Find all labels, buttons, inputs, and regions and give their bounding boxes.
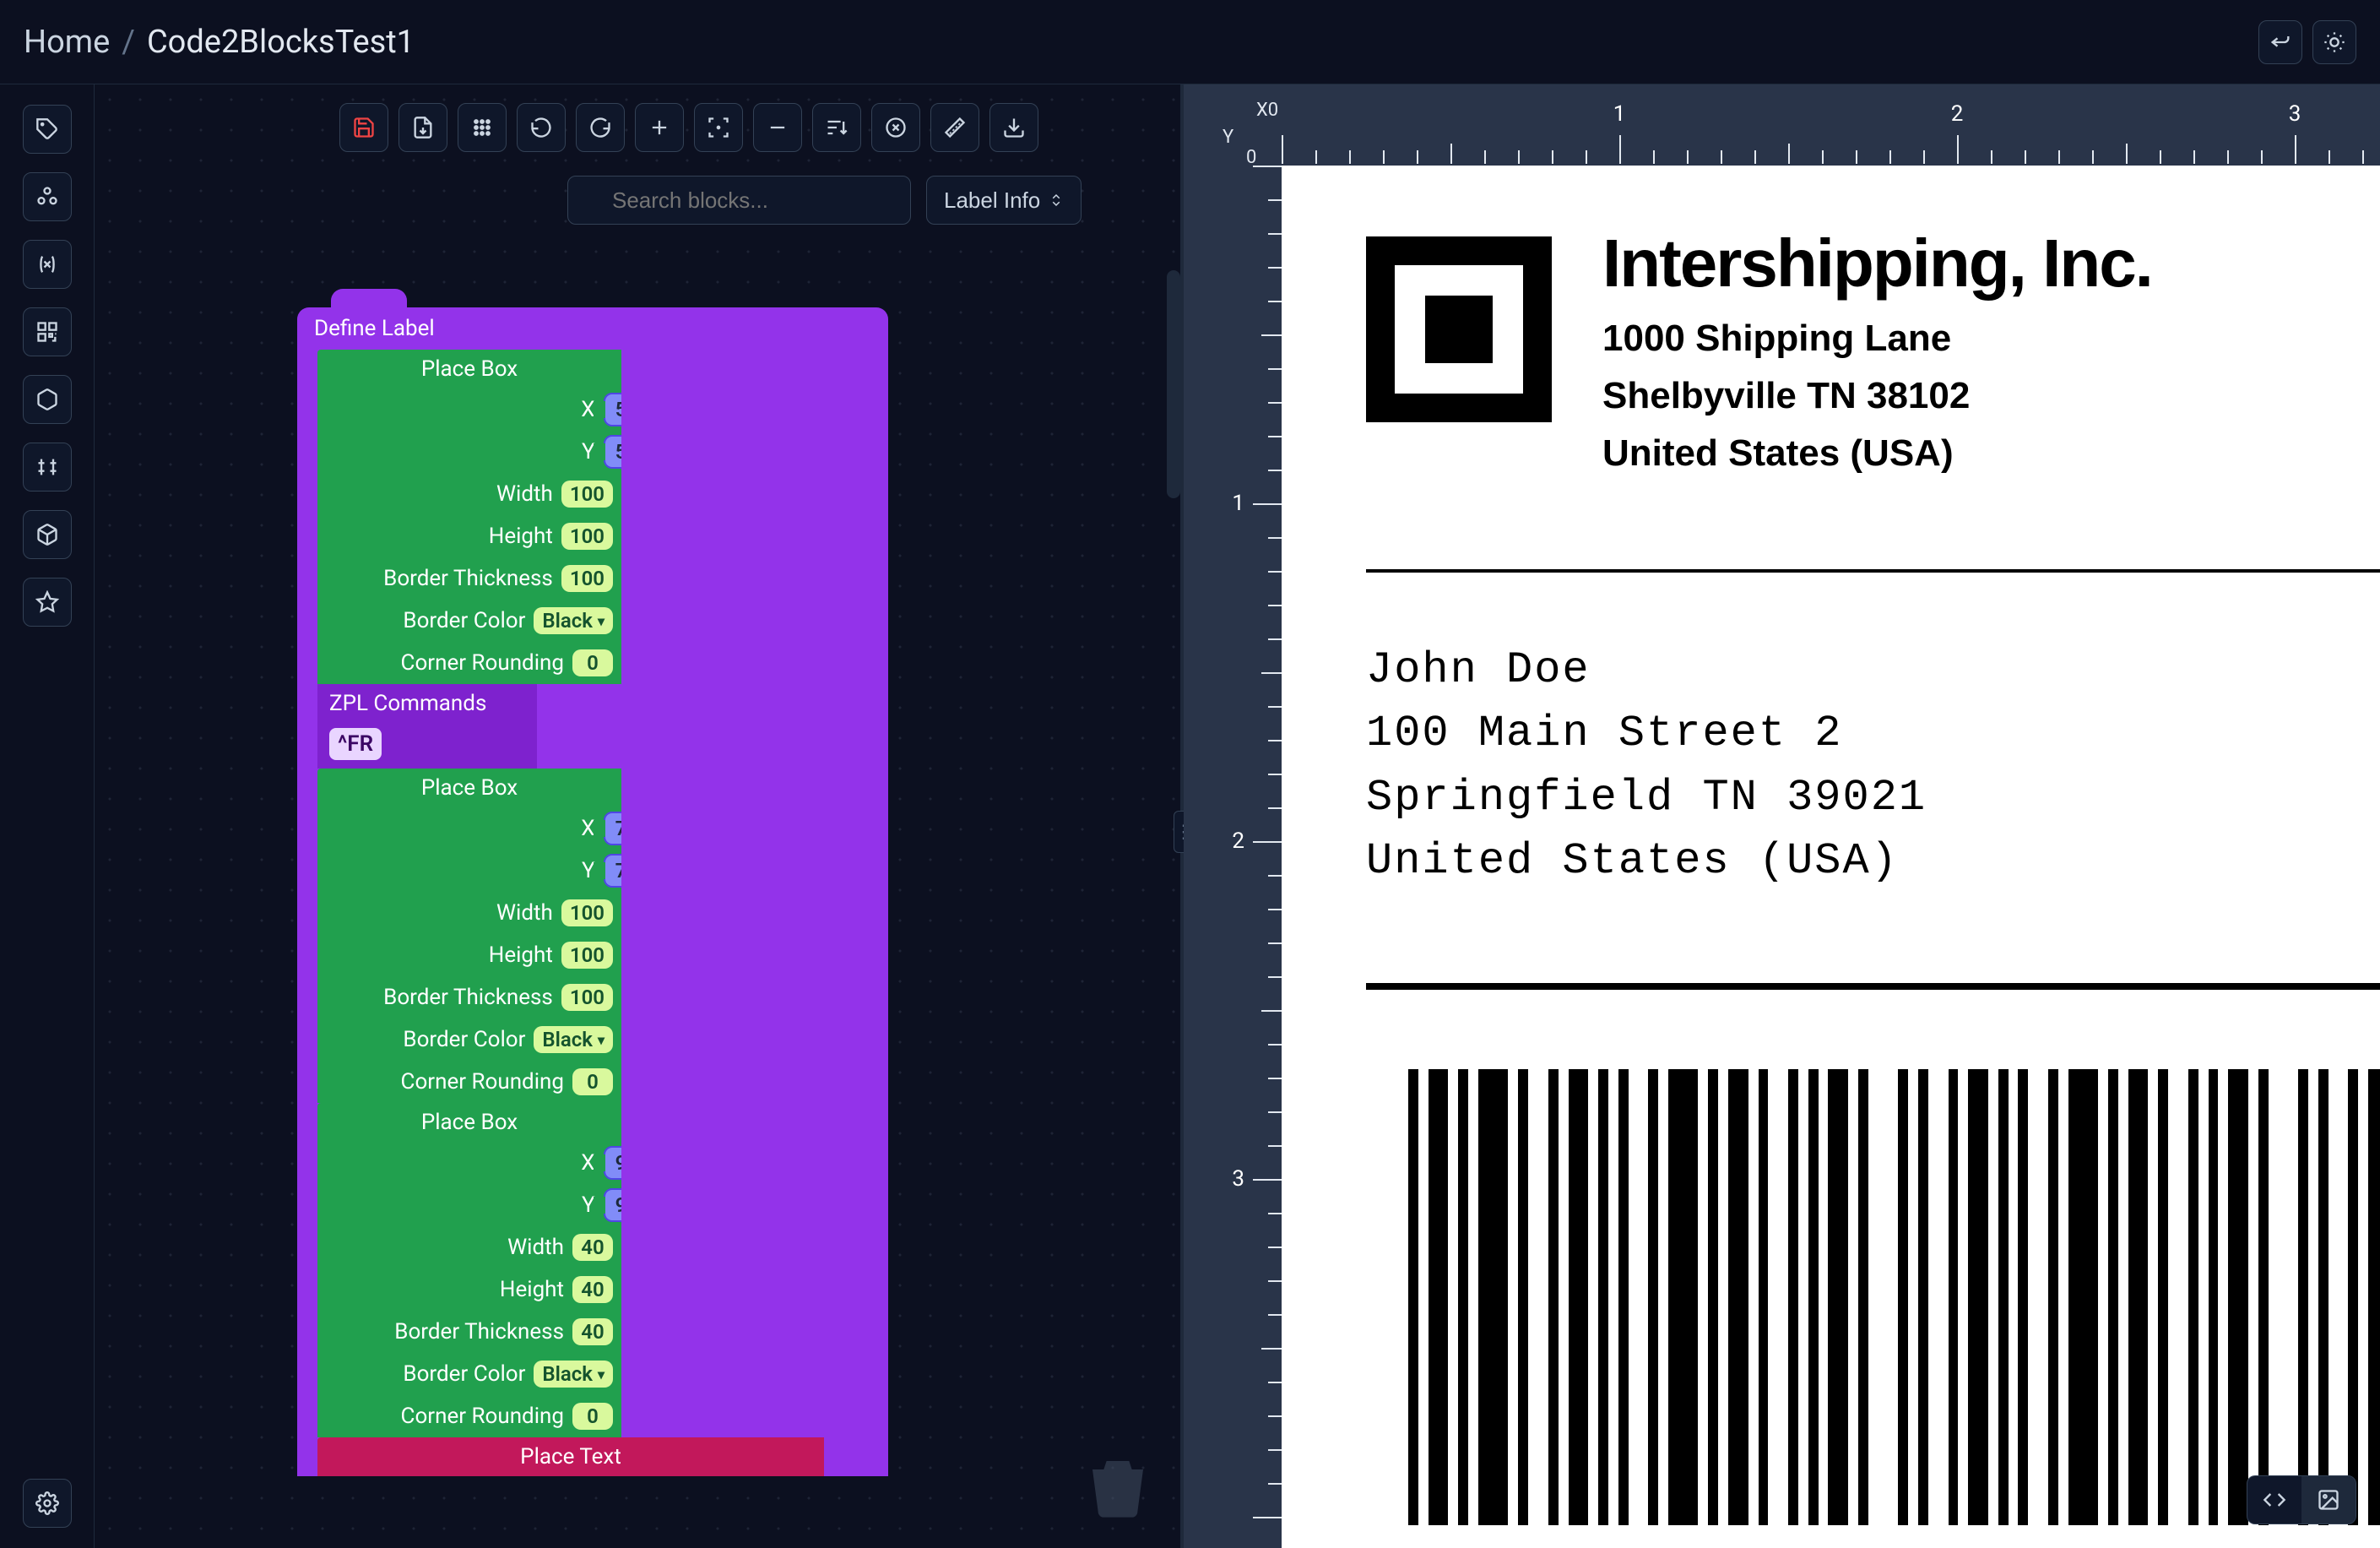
zpl-title: ZPL Commands (317, 684, 537, 723)
undo-button[interactable] (517, 103, 566, 152)
block-title: Place Box (317, 769, 621, 807)
company-addr1: 1000 Shipping Lane (1602, 318, 2152, 360)
x-value[interactable]: 75 (604, 812, 621, 845)
sort-button[interactable] (812, 103, 861, 152)
star-icon[interactable] (23, 578, 72, 627)
code-view-button[interactable] (2247, 1476, 2301, 1524)
ruler-horizontal: 123 (1282, 108, 2380, 164)
define-label-title: Define Label (297, 307, 888, 350)
breadcrumb-separator: / (122, 24, 135, 61)
block-editor: Label Info Define Label Place Box X50 Y5… (95, 84, 1184, 1548)
corner-rounding-value[interactable]: 0 (572, 1068, 613, 1095)
y-value[interactable]: 50 (604, 435, 621, 469)
block-title: Place Text (317, 1437, 824, 1476)
block-title: Place Box (317, 350, 621, 388)
back-button[interactable] (2258, 20, 2302, 64)
corner-rounding-value[interactable]: 0 (572, 1403, 613, 1430)
divider-line (1366, 983, 2380, 990)
form-icon[interactable] (23, 443, 72, 492)
y-value[interactable]: 75 (604, 854, 621, 888)
company-address: Intershipping, Inc. 1000 Shipping Lane S… (1602, 225, 2152, 475)
border-color-value[interactable]: Black (534, 607, 613, 634)
width-value[interactable]: 40 (572, 1234, 613, 1261)
blocks-canvas[interactable]: Define Label Place Box X50 Y50 Width100 … (297, 307, 888, 1476)
add-button[interactable] (635, 103, 684, 152)
scrollbar-thumb[interactable] (1167, 270, 1180, 498)
recipient-line: John Doe (1366, 638, 1927, 702)
view-toggle (2247, 1475, 2356, 1524)
zpl-commands-block[interactable]: ZPL Commands ^FR (317, 684, 537, 769)
redo-button[interactable] (576, 103, 625, 152)
company-addr3: United States (USA) (1602, 432, 2152, 475)
save-button[interactable] (339, 103, 388, 152)
place-box-block-2[interactable]: Place Box X93 Y93 Width40 Height40 Borde… (317, 1103, 621, 1437)
variable-icon[interactable] (23, 240, 72, 289)
recipient-address: John Doe 100 Main Street 2 Springfield T… (1366, 638, 1927, 893)
search-input[interactable] (567, 176, 911, 225)
recipient-line: 100 Main Street 2 (1366, 702, 1927, 765)
width-value[interactable]: 100 (561, 899, 613, 926)
x-value[interactable]: 93 (604, 1146, 621, 1180)
cancel-button[interactable] (871, 103, 920, 152)
package-icon[interactable] (23, 510, 72, 559)
chevron-updown-icon (1049, 193, 1064, 208)
border-thickness-value[interactable]: 100 (561, 984, 613, 1011)
label-info-text: Label Info (944, 187, 1040, 214)
grid-button[interactable] (458, 103, 507, 152)
border-color-value[interactable]: Black (534, 1361, 613, 1388)
export-file-button[interactable] (398, 103, 447, 152)
focus-button[interactable] (694, 103, 743, 152)
block-title: Place Box (317, 1103, 621, 1142)
theme-toggle-button[interactable] (2312, 20, 2356, 64)
image-view-button[interactable] (2301, 1476, 2356, 1524)
tag-icon[interactable] (23, 105, 72, 154)
breadcrumb-home[interactable]: Home (24, 24, 110, 61)
recipient-line: Springfield TN 39021 (1366, 766, 1927, 829)
y-value[interactable]: 93 (604, 1188, 621, 1222)
header: Home / Code2BlocksTest1 (0, 0, 2380, 84)
corner-rounding-value[interactable]: 0 (572, 649, 613, 676)
recipient-line: United States (USA) (1366, 829, 1927, 893)
border-thickness-value[interactable]: 100 (561, 565, 613, 592)
minus-button[interactable] (753, 103, 802, 152)
editor-toolbar (95, 84, 1184, 160)
company-addr2: Shelbyville TN 38102 (1602, 375, 2152, 417)
settings-icon[interactable] (23, 1479, 72, 1528)
height-value[interactable]: 100 (561, 523, 613, 550)
company-name: Intershipping, Inc. (1602, 225, 2152, 302)
place-box-block-1[interactable]: Place Box X75 Y75 Width100 Height100 Bor… (317, 769, 621, 1103)
hexagon-icon[interactable] (23, 375, 72, 424)
define-label-block[interactable]: Define Label Place Box X50 Y50 Width100 … (297, 307, 888, 1476)
sidebar (0, 84, 95, 1548)
breadcrumb-page: Code2BlocksTest1 (147, 24, 415, 61)
zpl-value[interactable]: ^FR (329, 728, 382, 760)
label-info-button[interactable]: Label Info (926, 176, 1082, 225)
barcode (1408, 1069, 2380, 1525)
place-box-block-0[interactable]: Place Box X50 Y50 Width100 Height100 Bor… (317, 350, 621, 684)
modules-icon[interactable] (23, 172, 72, 221)
label-preview: X0 Y 0 123 123 Intershipping, Inc. 1000 … (1184, 84, 2380, 1548)
width-value[interactable]: 100 (561, 481, 613, 508)
divider-line (1366, 569, 2380, 573)
download-button[interactable] (989, 103, 1038, 152)
height-value[interactable]: 100 (561, 942, 613, 969)
label-canvas[interactable]: Intershipping, Inc. 1000 Shipping Lane S… (1282, 166, 2380, 1548)
height-value[interactable]: 40 (572, 1276, 613, 1303)
place-text-block[interactable]: Place Text (317, 1437, 824, 1476)
breadcrumb: Home / Code2BlocksTest1 (24, 24, 415, 61)
x-value[interactable]: 50 (604, 393, 621, 426)
trash-icon[interactable] (1084, 1448, 1152, 1524)
border-color-value[interactable]: Black (534, 1026, 613, 1053)
qrcode-icon[interactable] (23, 307, 72, 356)
ruler-button[interactable] (930, 103, 979, 152)
ruler-vertical: 123 (1234, 166, 1282, 1548)
border-thickness-value[interactable]: 40 (572, 1318, 613, 1345)
logo-icon (1366, 236, 1552, 422)
